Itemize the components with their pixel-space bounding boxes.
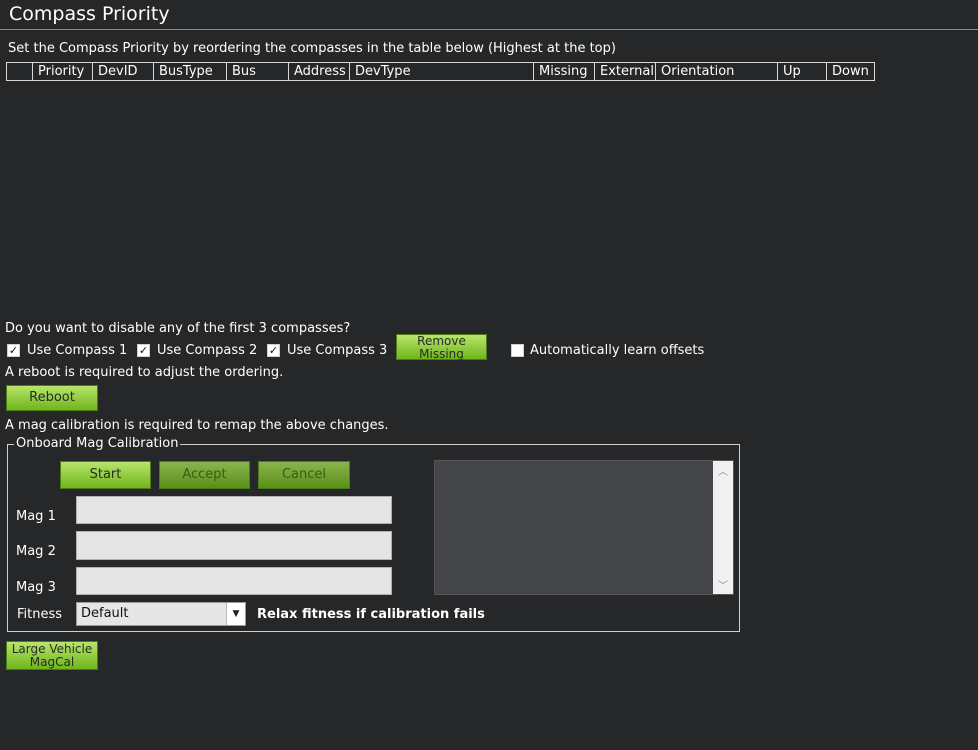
column-devid[interactable]: DevID: [92, 63, 153, 80]
cancel-button[interactable]: Cancel: [258, 461, 350, 489]
column-orientation[interactable]: Orientation: [655, 63, 777, 80]
fitness-label: Fitness: [17, 607, 63, 622]
instructions-text: Set the Compass Priority by reordering t…: [8, 41, 616, 56]
auto-learn-label[interactable]: Automatically learn offsets: [530, 343, 704, 358]
onboard-mag-calibration-legend: Onboard Mag Calibration: [14, 436, 181, 451]
remove-missing-button[interactable]: Remove Missing: [396, 334, 487, 361]
use-compass-3-checkbox[interactable]: ✓: [267, 344, 280, 357]
fitness-value: Default: [81, 606, 129, 621]
column-bus[interactable]: Bus: [226, 63, 288, 80]
column-address[interactable]: Address: [288, 63, 349, 80]
column-devtype[interactable]: DevType: [349, 63, 533, 80]
chevron-down-icon[interactable]: ▼: [226, 603, 245, 625]
column-down[interactable]: Down: [826, 63, 874, 80]
use-compass-2-label[interactable]: Use Compass 2: [157, 343, 257, 358]
start-button[interactable]: Start: [60, 461, 151, 489]
calibration-log[interactable]: [434, 460, 734, 595]
mag2-label: Mag 2: [16, 544, 56, 559]
large-vehicle-magcal-button[interactable]: Large Vehicle MagCal: [6, 641, 98, 670]
use-compass-1-label[interactable]: Use Compass 1: [27, 343, 127, 358]
relax-fitness-label: Relax fitness if calibration fails: [257, 607, 485, 622]
log-scrollbar[interactable]: ︿ ﹀: [713, 461, 733, 594]
reboot-note: A reboot is required to adjust the order…: [5, 365, 284, 380]
accept-button[interactable]: Accept: [159, 461, 250, 489]
mag1-label: Mag 1: [16, 509, 56, 524]
disable-question: Do you want to disable any of the first …: [5, 321, 351, 336]
column-bustype[interactable]: BusType: [153, 63, 226, 80]
use-compass-3-label[interactable]: Use Compass 3: [287, 343, 387, 358]
column-missing[interactable]: Missing: [533, 63, 594, 80]
checkmark-icon: ✓: [8, 344, 19, 357]
magcal-note: A mag calibration is required to remap t…: [5, 418, 389, 433]
use-compass-2-checkbox[interactable]: ✓: [137, 344, 150, 357]
checkmark-icon: ✓: [268, 344, 279, 357]
column-up[interactable]: Up: [777, 63, 826, 80]
column-priority[interactable]: Priority: [32, 63, 92, 80]
mag1-progress: [76, 496, 392, 524]
reboot-button[interactable]: Reboot: [6, 385, 98, 411]
auto-learn-checkbox[interactable]: [511, 344, 524, 357]
column-external[interactable]: External: [594, 63, 655, 80]
chevron-up-icon[interactable]: ︿: [713, 463, 733, 478]
mag3-progress: [76, 567, 392, 595]
chevron-down-icon[interactable]: ﹀: [713, 577, 733, 592]
checkmark-icon: ✓: [138, 344, 149, 357]
page-title: Compass Priority: [0, 0, 978, 30]
fitness-dropdown[interactable]: Default ▼: [76, 602, 246, 626]
compass-table[interactable]: Priority DevID BusType Bus Address DevTy…: [6, 62, 875, 81]
mag3-label: Mag 3: [16, 580, 56, 595]
use-compass-1-checkbox[interactable]: ✓: [7, 344, 20, 357]
mag2-progress: [76, 531, 392, 560]
